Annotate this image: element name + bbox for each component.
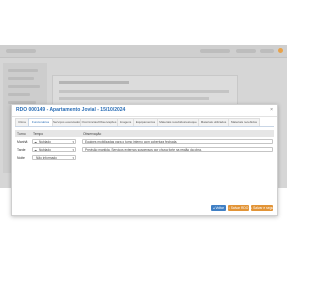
- column-header-notes: Observação: [83, 132, 102, 136]
- table-row: Tarde ☁ Nublado ▾ Previsão mantida. Serv…: [15, 146, 274, 154]
- notes-input[interactable]: Equipes mobilizadas para o turno interno…: [82, 139, 273, 144]
- tab-equipamentos[interactable]: Equipamentos: [133, 118, 158, 126]
- weather-select[interactable]: ☁ Nublado ▾: [32, 147, 76, 152]
- column-header-period: Turno: [17, 132, 26, 136]
- cancel-button[interactable]: ◂Voltar: [211, 205, 226, 211]
- weather-select-value: Nublado: [39, 148, 51, 152]
- tab-bar: Clima Funcionários Serviços executados O…: [15, 118, 274, 127]
- dialog-header: RDO 000149 - Apartamento Jovial - 15/10/…: [12, 105, 277, 117]
- chevron-down-icon: ▾: [72, 156, 74, 160]
- cancel-button-label: Voltar: [215, 206, 224, 210]
- tab-materiais-recebidos[interactable]: Materiais recebidos: [228, 118, 260, 126]
- tab-ocorrencias[interactable]: Ocorrências/Observações: [80, 118, 118, 126]
- row-period: Noite: [17, 156, 25, 160]
- tab-funcionarios[interactable]: Funcionários: [28, 118, 53, 126]
- weather-select[interactable]: Não informado ▾: [32, 155, 76, 160]
- rdo-dialog: RDO 000149 - Apartamento Jovial - 15/10/…: [11, 104, 278, 216]
- tab-servicos-executados[interactable]: Serviços executados: [52, 118, 81, 126]
- tab-imagens[interactable]: Imagens: [117, 118, 134, 126]
- weather-select[interactable]: ☁ Nublado ▾: [32, 139, 76, 144]
- background-topbar: [0, 45, 287, 58]
- column-header-weather: Tempo: [33, 132, 44, 136]
- weather-select-value: Não informado: [36, 156, 57, 160]
- save-next-button-label: Salvar e seguir: [253, 206, 276, 210]
- save-icon: ▪: [251, 206, 253, 210]
- chevron-down-icon: ▾: [72, 140, 74, 144]
- save-next-button[interactable]: ▪Salvar e seguir: [251, 205, 276, 211]
- tab-materiais-estoque[interactable]: Materiais recebidos/estoque: [157, 118, 199, 126]
- dialog-title: RDO 000149 - Apartamento Jovial - 15/10/…: [16, 107, 126, 113]
- row-period: Manhã: [17, 140, 28, 144]
- tab-clima[interactable]: Clima: [15, 118, 29, 126]
- close-icon[interactable]: ×: [270, 107, 273, 113]
- cloud-icon: ☁: [34, 148, 37, 152]
- save-icon: ▪: [228, 206, 230, 210]
- save-button[interactable]: ▪Salvar RDO: [228, 205, 249, 211]
- table-header: Turno Tempo Observação: [15, 130, 274, 137]
- tab-materiais-utilizados[interactable]: Materiais utilizados: [198, 118, 229, 126]
- cloud-icon: ☁: [34, 140, 37, 144]
- notes-input[interactable]: Previsão mantida. Serviços externos susp…: [82, 147, 273, 152]
- table-row: Manhã ☁ Nublado ▾ Equipes mobilizadas pa…: [15, 138, 274, 146]
- notification-dot-icon: [278, 48, 283, 53]
- row-period: Tarde: [17, 148, 26, 152]
- back-icon: ◂: [213, 206, 215, 210]
- weather-select-value: Nublado: [39, 140, 51, 144]
- save-button-label: Salvar RDO: [230, 206, 249, 210]
- table-row: Noite Não informado ▾: [15, 154, 274, 162]
- chevron-down-icon: ▾: [72, 148, 74, 152]
